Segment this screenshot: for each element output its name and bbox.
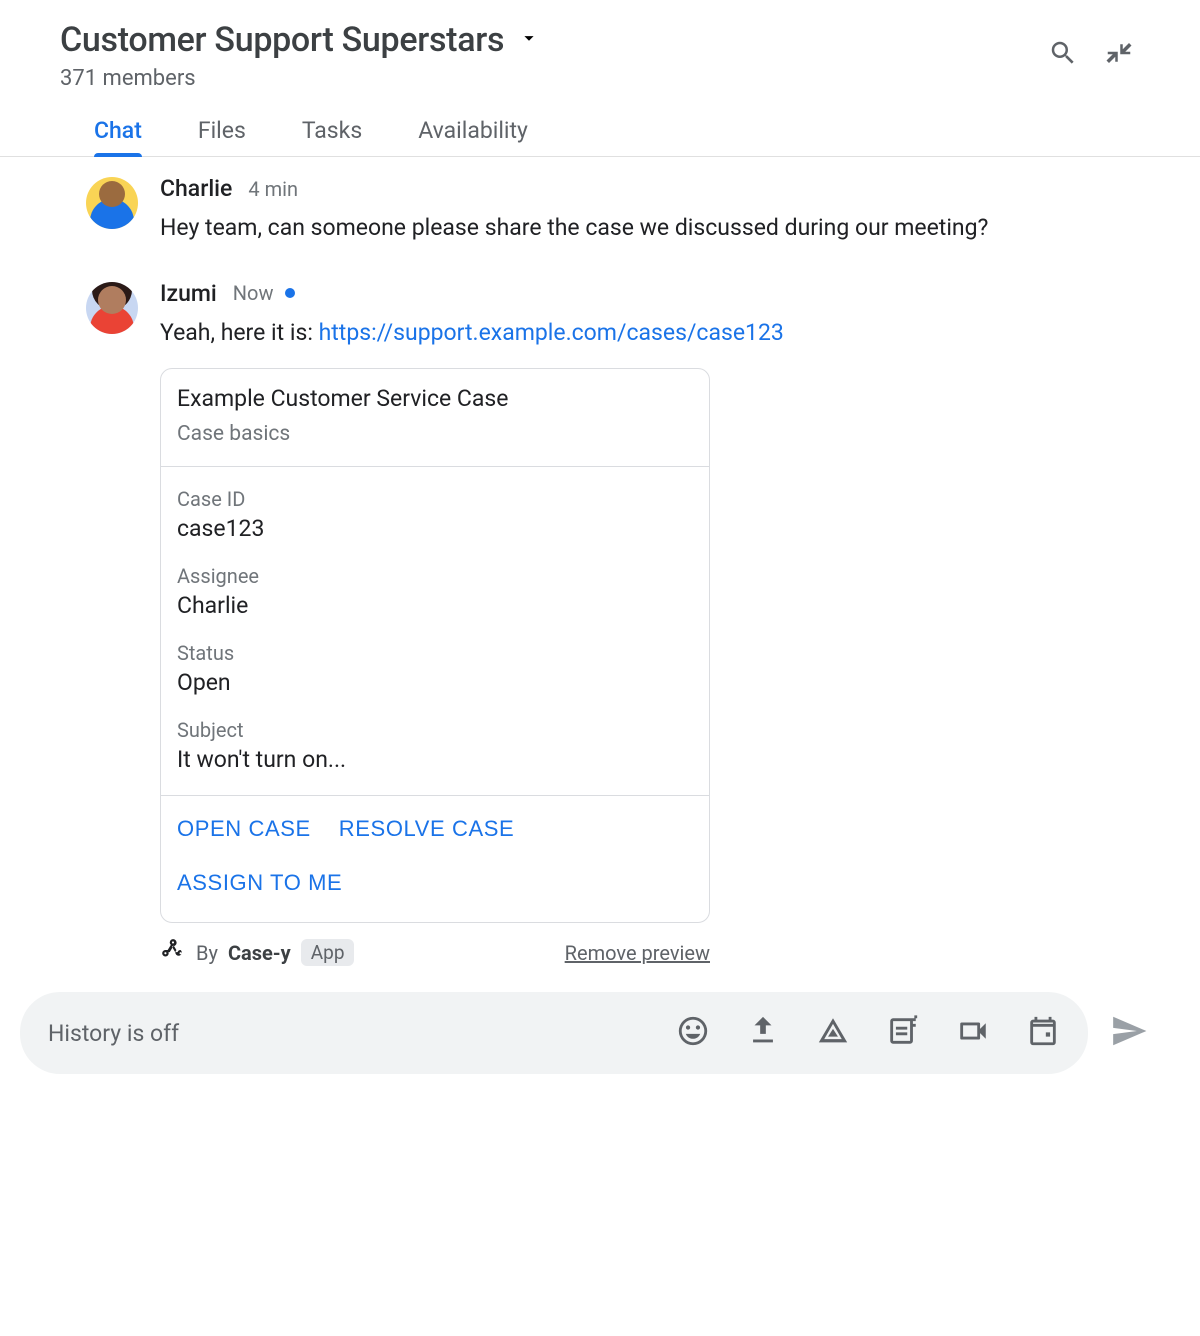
field-label: Case ID [177, 487, 693, 511]
resolve-case-button[interactable]: RESOLVE CASE [339, 816, 515, 842]
emoji-icon[interactable] [676, 1014, 710, 1052]
open-case-button[interactable]: OPEN CASE [177, 816, 311, 842]
remove-preview-link[interactable]: Remove preview [565, 941, 710, 965]
field-value: Open [177, 669, 693, 696]
avatar[interactable] [86, 177, 138, 229]
case-link[interactable]: https://support.example.com/cases/case12… [319, 319, 784, 346]
card-app-name: Case-y [228, 941, 291, 965]
message-author: Izumi [160, 280, 217, 307]
field-label: Status [177, 641, 693, 665]
message: Charlie 4 min Hey team, can someone plea… [86, 163, 1140, 250]
message-text: Yeah, here it is: https://support.exampl… [160, 315, 1070, 351]
tab-availability[interactable]: Availability [418, 117, 528, 156]
card-field: Assignee Charlie [177, 564, 693, 619]
calendar-icon[interactable] [1026, 1014, 1060, 1052]
message-text-prefix: Yeah, here it is: [160, 319, 319, 346]
status-dot-icon [285, 288, 295, 298]
space-title[interactable]: Customer Support Superstars [60, 20, 504, 60]
field-value: Charlie [177, 592, 693, 619]
search-icon[interactable] [1048, 38, 1078, 72]
message-time: 4 min [248, 177, 298, 201]
field-label: Subject [177, 718, 693, 742]
composer-placeholder: History is off [48, 1020, 654, 1047]
field-value: It won't turn on... [177, 746, 693, 773]
tab-bar: Chat Files Tasks Availability [0, 91, 1200, 157]
card-field: Subject It won't turn on... [177, 718, 693, 773]
assign-to-me-button[interactable]: ASSIGN TO ME [177, 870, 342, 896]
member-count: 371 members [60, 66, 1048, 91]
webhook-icon [160, 937, 186, 968]
app-badge: App [301, 939, 355, 966]
field-label: Assignee [177, 564, 693, 588]
card-subtitle: Case basics [177, 422, 693, 446]
card-title: Example Customer Service Case [177, 385, 693, 412]
card-field: Case ID case123 [177, 487, 693, 542]
avatar[interactable] [86, 282, 138, 334]
card-meta: By Case-y App Remove preview [160, 937, 710, 968]
new-doc-icon[interactable] [886, 1014, 920, 1052]
tab-files[interactable]: Files [198, 117, 246, 156]
message-time: Now [233, 281, 274, 305]
send-button[interactable] [1110, 1012, 1148, 1054]
upload-icon[interactable] [746, 1014, 780, 1052]
space-dropdown-icon[interactable] [518, 27, 540, 53]
tab-tasks[interactable]: Tasks [302, 117, 362, 156]
message: Izumi Now Yeah, here it is: https://supp… [86, 268, 1140, 973]
message-text: Hey team, can someone please share the c… [160, 210, 1070, 246]
field-value: case123 [177, 515, 693, 542]
video-call-icon[interactable] [956, 1014, 990, 1052]
message-author: Charlie [160, 175, 232, 202]
card-by-prefix: By [196, 941, 218, 965]
drive-icon[interactable] [816, 1014, 850, 1052]
card-field: Status Open [177, 641, 693, 696]
collapse-icon[interactable] [1104, 38, 1134, 72]
tab-chat[interactable]: Chat [94, 117, 142, 156]
message-composer[interactable]: History is off [20, 992, 1088, 1074]
link-preview-card: Example Customer Service Case Case basic… [160, 368, 710, 923]
